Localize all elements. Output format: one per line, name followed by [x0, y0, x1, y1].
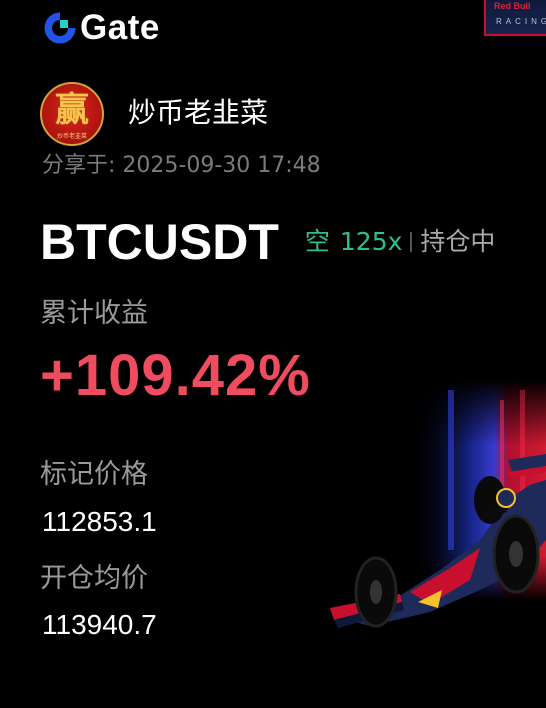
entry-price-label: 开仓均价	[40, 563, 148, 594]
sponsor-subtitle: RACING	[496, 17, 546, 26]
mark-price-label: 标记价格	[40, 459, 148, 490]
trading-pair: BTCUSDT	[40, 214, 279, 270]
share-label: 分享于:	[42, 153, 116, 178]
mark-price-value: 112853.1	[42, 506, 157, 537]
avatar-character: 赢	[55, 90, 89, 130]
race-car-icon	[330, 380, 546, 628]
sponsor-brand: Red Bull	[494, 1, 531, 11]
entry-price-value: 113940.7	[42, 609, 157, 640]
avatar[interactable]: 赢 炒币老韭菜	[40, 82, 104, 146]
brand-name: Gate	[80, 8, 160, 47]
pnl-label: 累计收益	[40, 298, 148, 329]
share-datetime: 2025-09-30 17:48	[122, 153, 321, 178]
share-timestamp: 分享于: 2025-09-30 17:48	[42, 151, 321, 181]
leverage: 125x	[339, 227, 403, 256]
username: 炒币老韭菜	[128, 96, 269, 129]
race-car-illustration	[330, 380, 546, 650]
position-header: BTCUSDT 空 125x 持仓中	[40, 214, 495, 270]
avatar-caption: 炒币老韭菜	[56, 133, 87, 140]
gate-logo: Gate	[42, 10, 160, 46]
sponsor-badge: Red Bull RACING	[484, 0, 546, 36]
gate-logo-icon	[44, 12, 76, 44]
position-side: 空	[304, 227, 330, 256]
position-status: 持仓中	[420, 227, 496, 256]
divider	[410, 232, 413, 252]
pnl-value: +109.42%	[40, 343, 311, 408]
